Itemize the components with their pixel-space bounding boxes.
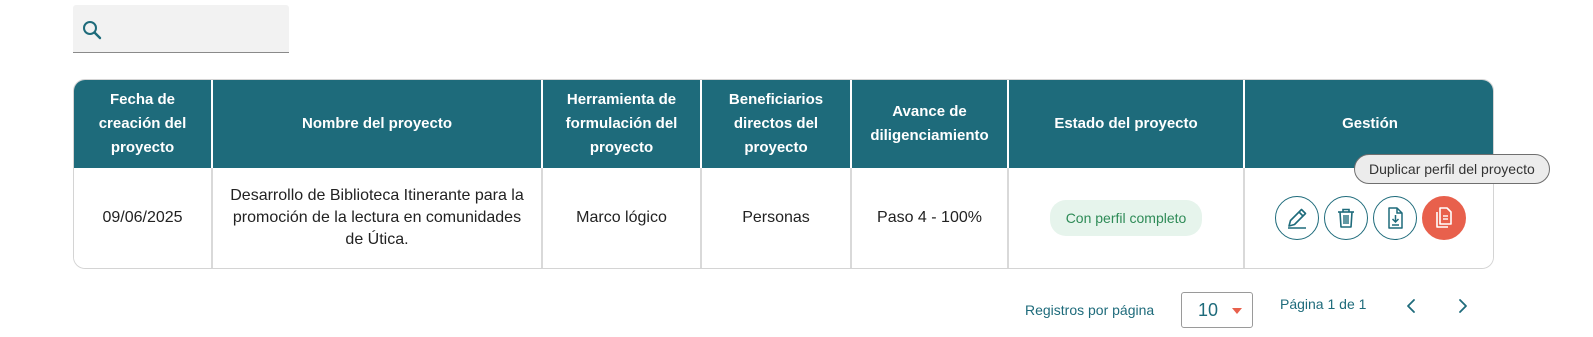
header-herramienta: Herramienta de formulación del proyecto bbox=[542, 80, 702, 168]
header-avance: Avance de diligenciamiento bbox=[851, 80, 1009, 168]
duplicate-button[interactable] bbox=[1421, 196, 1466, 240]
duplicate-icon bbox=[1435, 207, 1452, 228]
download-button[interactable] bbox=[1372, 196, 1417, 240]
row-actions bbox=[1255, 196, 1485, 240]
page-info: Página 1 de 1 bbox=[1280, 296, 1367, 312]
search-icon bbox=[83, 21, 102, 40]
search-box[interactable] bbox=[73, 5, 289, 53]
download-icon bbox=[1387, 207, 1403, 229]
cell-herramienta: Marco lógico bbox=[542, 168, 702, 268]
duplicate-tooltip: Duplicar perfil del proyecto bbox=[1354, 154, 1550, 184]
projects-table: Fecha de creación del proyecto Nombre de… bbox=[73, 79, 1494, 269]
delete-button[interactable] bbox=[1323, 196, 1368, 240]
cell-fecha: 09/06/2025 bbox=[74, 168, 213, 268]
chevron-left-icon[interactable] bbox=[1401, 296, 1421, 316]
cell-nombre: Desarrollo de Biblioteca Itinerante para… bbox=[212, 168, 543, 268]
cell-avance: Paso 4 - 100% bbox=[851, 168, 1009, 268]
header-nombre: Nombre del proyecto bbox=[212, 80, 543, 168]
per-page-label: Registros por página bbox=[1025, 302, 1155, 318]
edit-icon bbox=[1287, 208, 1306, 229]
header-estado: Estado del proyecto bbox=[1008, 80, 1245, 168]
status-badge: Con perfil completo bbox=[1049, 200, 1203, 236]
cell-beneficiarios: Personas bbox=[701, 168, 852, 268]
per-page-select[interactable]: 10 bbox=[1181, 292, 1253, 328]
trash-icon bbox=[1337, 208, 1354, 228]
edit-button[interactable] bbox=[1274, 196, 1319, 240]
table-header-row: Fecha de creación del proyecto Nombre de… bbox=[74, 80, 1493, 168]
header-fecha: Fecha de creación del proyecto bbox=[74, 80, 213, 168]
chevron-right-icon[interactable] bbox=[1453, 296, 1473, 316]
search-input[interactable] bbox=[111, 15, 285, 45]
cell-estado: Con perfil completo bbox=[1008, 168, 1245, 268]
pagination: Registros por página 10 Página 1 de 1 bbox=[0, 290, 1593, 330]
table-row: 09/06/2025 Desarrollo de Biblioteca Itin… bbox=[74, 168, 1493, 268]
per-page-value: 10 bbox=[1198, 300, 1219, 320]
caret-down-icon bbox=[1232, 308, 1242, 314]
header-beneficiarios: Beneficiarios directos del proyecto bbox=[701, 80, 852, 168]
